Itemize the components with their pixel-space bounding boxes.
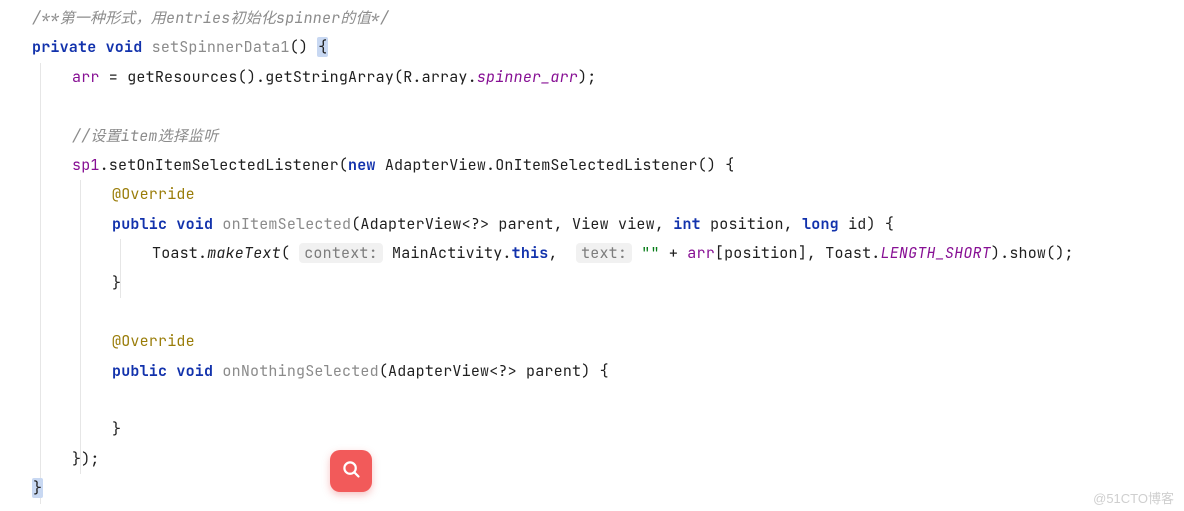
- code-line-content: @Override: [112, 327, 1184, 356]
- code-line-content: }: [112, 415, 1184, 444]
- code-line[interactable]: }: [0, 415, 1184, 444]
- code-line-content: @Override: [112, 180, 1184, 209]
- search-icon: [340, 458, 362, 485]
- code-line-content: /**第一种形式，用entries初始化spinner的值*/: [32, 4, 1184, 33]
- code-line-content: //设置item选择监听: [72, 122, 1184, 151]
- code-line-content: Toast.makeText( context: MainActivity.th…: [152, 239, 1184, 268]
- code-line[interactable]: @Override: [0, 327, 1184, 356]
- code-line[interactable]: public void onNothingSelected(AdapterVie…: [0, 357, 1184, 386]
- code-line[interactable]: [0, 386, 1184, 415]
- code-line-content: arr = getResources().getStringArray(R.ar…: [72, 63, 1184, 92]
- code-line-content: }: [112, 269, 1184, 298]
- watermark: @51CTO博客: [1093, 488, 1174, 507]
- code-line[interactable]: }: [0, 474, 1184, 503]
- code-line[interactable]: @Override: [0, 180, 1184, 209]
- code-line-content: public void onNothingSelected(AdapterVie…: [112, 357, 1184, 386]
- code-line[interactable]: Toast.makeText( context: MainActivity.th…: [0, 239, 1184, 268]
- code-line[interactable]: }: [0, 269, 1184, 298]
- code-line[interactable]: arr = getResources().getStringArray(R.ar…: [0, 63, 1184, 92]
- code-line[interactable]: public void onItemSelected(AdapterView<?…: [0, 210, 1184, 239]
- code-line[interactable]: [0, 298, 1184, 327]
- editor-viewport: /**第一种形式，用entries初始化spinner的值*/private v…: [0, 0, 1184, 511]
- code-line[interactable]: sp1.setOnItemSelectedListener(new Adapte…: [0, 151, 1184, 180]
- code-line-content: public void onItemSelected(AdapterView<?…: [112, 210, 1184, 239]
- code-line-content: private void setSpinnerData1() {: [32, 33, 1184, 62]
- search-button[interactable]: [330, 450, 372, 492]
- code-line[interactable]: });: [0, 445, 1184, 474]
- code-line[interactable]: [0, 92, 1184, 121]
- code-area[interactable]: /**第一种形式，用entries初始化spinner的值*/private v…: [0, 0, 1184, 504]
- code-line-content: sp1.setOnItemSelectedListener(new Adapte…: [72, 151, 1184, 180]
- code-line-content: });: [72, 445, 1184, 474]
- code-line-content: }: [32, 474, 1184, 503]
- code-line[interactable]: //设置item选择监听: [0, 122, 1184, 151]
- code-line[interactable]: /**第一种形式，用entries初始化spinner的值*/: [0, 4, 1184, 33]
- code-line[interactable]: private void setSpinnerData1() {: [0, 33, 1184, 62]
